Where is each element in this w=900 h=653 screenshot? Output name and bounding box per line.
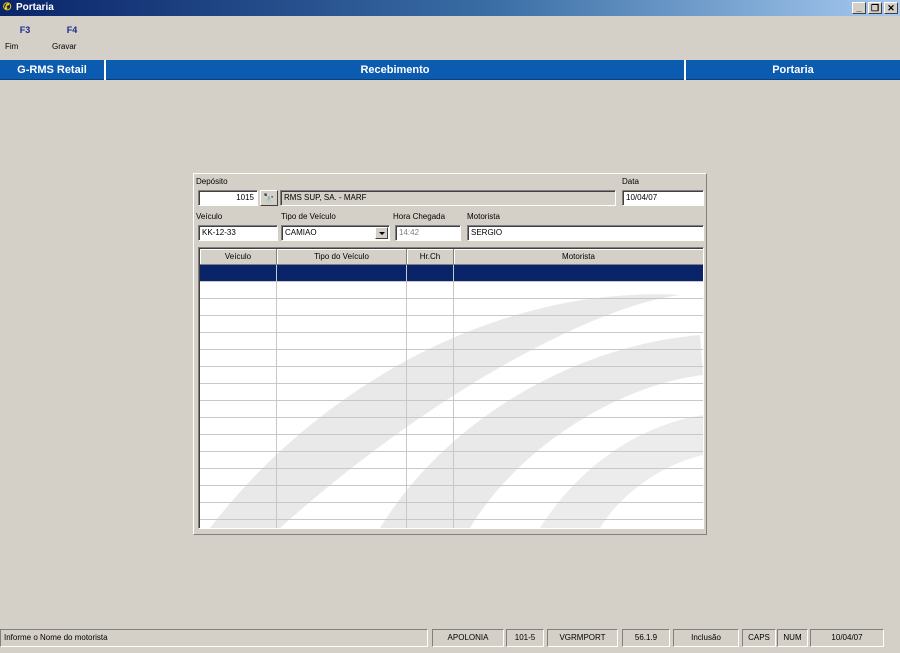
col-veiculo[interactable]: Veículo	[200, 249, 277, 265]
screen-name: Portaria	[772, 64, 814, 76]
binoculars-search-icon[interactable]: 🔭	[260, 190, 278, 206]
portaria-form-panel: Depósito 1015 🔭 RMS SUP, SA. - MARF Data…	[193, 173, 707, 535]
gravar-button[interactable]: F4 Gravar	[52, 25, 92, 51]
restore-button[interactable]: ❐	[868, 2, 882, 14]
deposito-code-field[interactable]: 1015	[198, 190, 258, 206]
status-num: NUM	[777, 629, 808, 647]
status-user: APOLONIA	[432, 629, 504, 647]
tipo-veiculo-select[interactable]: CAMIAO	[281, 225, 390, 241]
portaria-grid[interactable]: Veículo Tipo do Veículo Hr.Ch Motorista	[198, 247, 704, 529]
close-button[interactable]: ✕	[884, 2, 898, 14]
motorista-label: Motorista	[467, 212, 500, 221]
status-message: Informe o Nome do motorista	[0, 629, 428, 647]
data-label: Data	[622, 177, 639, 186]
status-code: 101-5	[506, 629, 544, 647]
fkey-f4-label: Gravar	[52, 42, 77, 51]
fkey-f4: F4	[66, 25, 78, 35]
col-hr-ch[interactable]: Hr.Ch	[407, 249, 454, 265]
grid-column-divider	[276, 265, 277, 528]
deposito-name-field: RMS SUP, SA. - MARF	[280, 190, 616, 206]
window-title: Portaria	[16, 2, 54, 13]
fkey-f3: F3	[19, 25, 31, 35]
module-header: G-RMS Retail Recebimento Portaria	[0, 60, 900, 80]
module-name: Recebimento	[360, 64, 430, 76]
grid-body	[200, 265, 703, 528]
col-tipo-veiculo[interactable]: Tipo do Veículo	[277, 249, 407, 265]
tipo-veiculo-label: Tipo de Veículo	[281, 212, 336, 221]
app-name: G-RMS Retail	[17, 64, 87, 76]
data-field[interactable]: 10/04/07	[622, 190, 704, 206]
grid-column-divider	[406, 265, 407, 528]
grid-column-divider	[453, 265, 454, 528]
title-bar: ✆ Portaria _ ❐ ✕	[0, 0, 900, 16]
grid-header: Veículo Tipo do Veículo Hr.Ch Motorista	[200, 249, 703, 265]
tipo-veiculo-value: CAMIAO	[285, 228, 317, 237]
motorista-field[interactable]: SERGIO	[467, 225, 704, 241]
hora-chegada-label: Hora Chegada	[393, 212, 446, 221]
status-caps: CAPS	[742, 629, 776, 647]
col-motorista[interactable]: Motorista	[454, 249, 703, 265]
window-controls: _ ❐ ✕	[852, 2, 898, 14]
phone-handset-icon: ✆	[3, 2, 12, 13]
status-bar: Informe o Nome do motorista APOLONIA 101…	[0, 629, 900, 649]
status-version: 56.1.9	[622, 629, 670, 647]
chevron-down-icon[interactable]	[375, 227, 388, 239]
deposito-label: Depósito	[196, 177, 228, 186]
status-mode: Inclusão	[673, 629, 739, 647]
status-program: VGRMPORT	[547, 629, 618, 647]
veiculo-field[interactable]: KK-12-33	[198, 225, 278, 241]
veiculo-label: Veículo	[196, 212, 223, 221]
hora-chegada-field: 14:42	[395, 225, 461, 241]
status-date: 10/04/07	[810, 629, 884, 647]
minimize-button[interactable]: _	[852, 2, 866, 14]
fim-button[interactable]: F3 Fim	[5, 25, 45, 51]
fkey-f3-label: Fim	[5, 42, 19, 51]
